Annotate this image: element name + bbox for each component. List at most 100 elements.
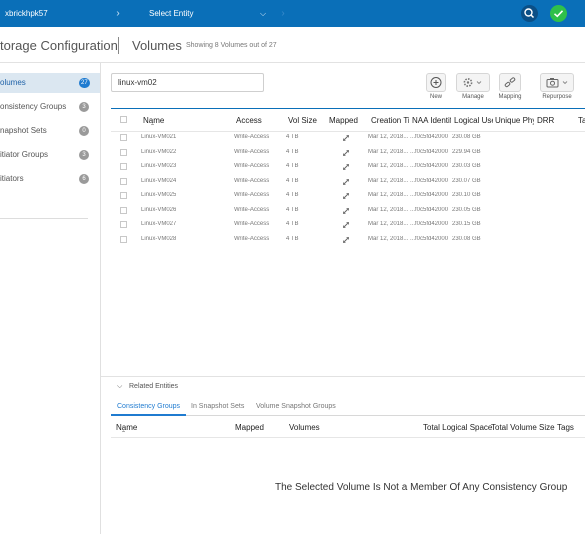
related-entities-title[interactable]: Related Entities: [129, 383, 178, 390]
tab-volume-snapshot-groups[interactable]: Volume Snapshot Groups: [256, 403, 336, 410]
column-header-access[interactable]: Access: [236, 116, 276, 125]
table-row[interactable]: Linux-VM027 Write-Access 4 TB Mar 12, 20…: [0, 218, 585, 232]
row-checkbox[interactable]: [120, 149, 127, 156]
table-row[interactable]: Linux-VM026 Write-Access 4 TB Mar 12, 20…: [0, 204, 585, 218]
tab-consistency-groups[interactable]: Consistency Groups: [117, 403, 180, 410]
sort-asc-icon[interactable]: ⌃: [121, 430, 126, 437]
cell-name: Linux-VM028: [141, 236, 177, 242]
link-icon: [343, 193, 349, 199]
column-header-name[interactable]: Name: [116, 423, 137, 432]
column-header-tags[interactable]: Tags: [557, 423, 574, 432]
column-header-volumes[interactable]: Volumes: [289, 423, 320, 432]
health-status-button[interactable]: [550, 5, 567, 22]
cell-created: Mar 12, 2018...: [368, 163, 408, 169]
column-header-tags[interactable]: Ta: [578, 116, 585, 125]
volume-filter-input[interactable]: linux-vm02: [111, 73, 264, 92]
header-divider: [111, 437, 585, 438]
cell-name: Linux-VM022: [141, 149, 177, 155]
repurpose-button[interactable]: Repurpose: [537, 73, 577, 103]
chevron-down-icon[interactable]: ⌵: [256, 0, 270, 27]
row-checkbox[interactable]: [120, 207, 127, 214]
row-checkbox[interactable]: [120, 236, 127, 243]
chevron-right-icon: ›: [116, 8, 120, 19]
column-header-total-volume-size[interactable]: Total Volume Size: [491, 423, 555, 432]
table-row[interactable]: Linux-VM021 Write-Access 4 TB Mar 12, 20…: [0, 131, 585, 145]
cell-access: Write-Access: [234, 192, 270, 198]
cell-naa: ...f0c5fd42000: [410, 149, 449, 155]
table-row[interactable]: Linux-VM022 Write-Access 4 TB Mar 12, 20…: [0, 146, 585, 160]
link-icon: [504, 77, 516, 88]
cell-logical: 230.03 GB: [452, 163, 481, 169]
column-header-unique-physical[interactable]: Unique Phy: [495, 116, 534, 125]
cell-naa: ...f0c5fd42000: [410, 178, 449, 184]
column-header-creation-time[interactable]: Creation Tir: [371, 116, 409, 125]
related-divider: [101, 376, 585, 377]
select-entity-dropdown[interactable]: Select Entity: [149, 0, 193, 27]
table-row[interactable]: Linux-VM023 Write-Access 4 TB Mar 12, 20…: [0, 160, 585, 174]
link-icon: [343, 135, 349, 141]
mapping-label: Mapping: [498, 94, 522, 100]
cell-naa: ...f0c5fd42000: [410, 192, 449, 198]
column-header-drr[interactable]: DRR: [537, 116, 567, 125]
cell-size: 4 TB: [286, 192, 299, 198]
cell-name: Linux-VM023: [141, 163, 177, 169]
new-label: New: [429, 94, 442, 100]
select-all-checkbox[interactable]: [120, 116, 127, 123]
cell-naa: ...f0c5fd42000: [410, 163, 449, 169]
cell-created: Mar 12, 2018...: [368, 221, 408, 227]
column-header-name[interactable]: Name: [143, 116, 183, 125]
table-row[interactable]: Linux-VM025 Write-Access 4 TB Mar 12, 20…: [0, 189, 585, 203]
row-checkbox[interactable]: [120, 163, 127, 170]
page-section-title: Volumes: [132, 38, 182, 53]
column-header-total-logical-space[interactable]: Total Logical Space: [423, 423, 492, 432]
sidebar-item-label: onsistency Groups: [0, 102, 67, 111]
cell-name: Linux-VM024: [141, 178, 177, 184]
row-checkbox[interactable]: [120, 192, 127, 199]
cell-access: Write-Access: [234, 221, 270, 227]
cell-size: 4 TB: [286, 178, 299, 184]
tab-in-snapshot-sets[interactable]: In Snapshot Sets: [191, 403, 244, 410]
cell-name: Linux-VM027: [141, 221, 177, 227]
cell-access: Write-Access: [234, 178, 270, 184]
cell-naa: ...f0c5fd42000: [410, 134, 449, 140]
cell-logical: 230.15 GB: [452, 221, 481, 227]
column-header-naa-identifier[interactable]: NAA Identif: [412, 116, 451, 125]
new-button[interactable]: New: [421, 73, 451, 103]
row-checkbox[interactable]: [120, 178, 127, 185]
search-button[interactable]: [521, 5, 538, 22]
cell-created: Mar 12, 2018...: [368, 178, 408, 184]
row-checkbox[interactable]: [120, 134, 127, 141]
cell-logical: 230.08 GB: [452, 134, 481, 140]
column-header-vol-size[interactable]: Vol Size: [288, 116, 324, 125]
link-icon: [343, 208, 349, 214]
empty-state-message: The Selected Volume Is Not a Member Of A…: [275, 482, 568, 493]
manage-button[interactable]: Manage: [455, 73, 491, 103]
cell-size: 4 TB: [286, 163, 299, 169]
cell-name: Linux-VM026: [141, 207, 177, 213]
cell-size: 4 TB: [286, 236, 299, 242]
active-tab-indicator: [111, 414, 186, 416]
cell-size: 4 TB: [286, 221, 299, 227]
cell-logical: 230.07 GB: [452, 178, 481, 184]
link-icon: [343, 179, 349, 185]
cell-created: Mar 12, 2018...: [368, 149, 408, 155]
column-header-mapped[interactable]: Mapped: [329, 116, 365, 125]
table-top-border: [111, 108, 585, 109]
table-row[interactable]: Linux-VM028 Write-Access 4 TB Mar 12, 20…: [0, 233, 585, 247]
column-header-mapped[interactable]: Mapped: [235, 423, 264, 432]
column-header-logical-used[interactable]: Logical Use: [454, 116, 493, 125]
link-icon: [343, 164, 349, 170]
cell-name: Linux-VM021: [141, 134, 177, 140]
sort-asc-icon[interactable]: ⌃: [150, 123, 155, 130]
search-icon: [524, 8, 535, 19]
system-name-crumb[interactable]: xbrickhpk57: [5, 0, 48, 27]
sidebar-item-consistency-groups[interactable]: onsistency Groups 3: [0, 97, 100, 117]
mapping-button[interactable]: Mapping: [497, 73, 523, 103]
collapse-caret-icon[interactable]: ⌵: [117, 383, 122, 391]
cell-logical: 230.10 GB: [452, 192, 481, 198]
link-icon: [343, 150, 349, 156]
sidebar-item-volumes[interactable]: olumes 27: [0, 73, 100, 93]
cell-naa: ...f0c5fd42000: [410, 207, 449, 213]
table-row[interactable]: Linux-VM024 Write-Access 4 TB Mar 12, 20…: [0, 175, 585, 189]
row-checkbox[interactable]: [120, 221, 127, 228]
